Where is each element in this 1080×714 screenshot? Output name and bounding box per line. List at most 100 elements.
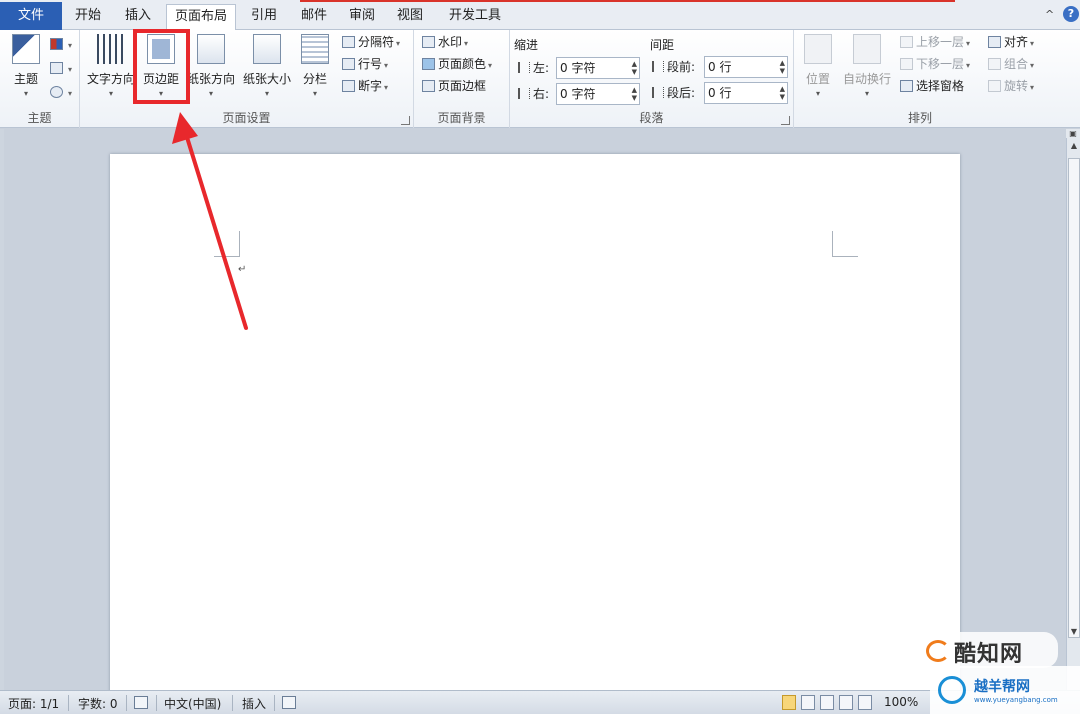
spinner-arrows-icon[interactable]: ▲ ▼ — [780, 59, 785, 75]
spacing-before-text: 段前: — [667, 60, 696, 74]
orientation-label: 纸张方向 — [186, 72, 235, 86]
page-color-icon — [422, 58, 435, 70]
theme-effects-icon — [50, 86, 63, 98]
send-backward-button[interactable]: 下移一层 ▾ — [900, 54, 970, 74]
status-divider — [274, 695, 275, 711]
title-accent-line — [300, 0, 955, 2]
page-color-button[interactable]: 页面颜色 ▾ — [422, 54, 492, 74]
tab-6[interactable]: 审阅 — [338, 4, 386, 30]
spacing-after-text: 段后: — [667, 86, 696, 100]
watermark-logo-top: 酷知网 — [918, 632, 1058, 668]
theme-effects-button[interactable]: ▾ — [50, 82, 72, 102]
status-language[interactable]: 中文(中国) — [164, 695, 221, 712]
spinner-arrows-icon[interactable]: ▲ ▼ — [632, 60, 637, 76]
indent-left-input[interactable]: 0 字符 ▲ ▼ — [556, 57, 640, 79]
status-page[interactable]: 页面: 1/1 — [8, 695, 59, 712]
indent-heading: 缩进 — [514, 38, 539, 52]
tab-5[interactable]: 邮件 — [290, 4, 338, 30]
text-direction-button[interactable]: 文字方向 ▾ — [86, 34, 136, 98]
spacing-before-input[interactable]: 0 行 ▲ ▼ — [704, 56, 788, 78]
chevron-down-icon: ▾ — [23, 89, 28, 98]
tab-4[interactable]: 引用 — [240, 4, 288, 30]
draft-view-icon[interactable] — [858, 695, 872, 710]
group-objects-button[interactable]: 组合 ▾ — [988, 54, 1034, 74]
paragraph-launcher-icon[interactable] — [781, 116, 790, 125]
tab-2[interactable]: 插入 — [114, 4, 162, 30]
watermark-url: www.yueyangbang.com — [974, 696, 1058, 704]
position-button[interactable]: 位置 ▾ — [800, 34, 836, 98]
scroll-thumb[interactable] — [1068, 158, 1080, 638]
position-icon — [804, 34, 832, 64]
chevron-down-icon: ▾ — [208, 89, 213, 98]
indent-right-input[interactable]: 0 字符 ▲ ▼ — [556, 83, 640, 105]
theme-fonts-icon — [50, 62, 63, 74]
spinner-arrows-icon[interactable]: ▲ ▼ — [780, 85, 785, 101]
theme-button-label: 主题 — [13, 72, 38, 86]
status-word-count[interactable]: 字数: 0 — [78, 695, 118, 712]
margins-highlight-box — [133, 29, 190, 104]
print-layout-view-icon[interactable] — [782, 695, 796, 710]
position-label: 位置 — [805, 72, 830, 86]
tab-3[interactable]: 页面布局 — [166, 4, 236, 31]
tab-8[interactable]: 开发工具 — [438, 4, 512, 30]
selection-pane-button[interactable]: 选择窗格 — [900, 76, 964, 96]
page-color-label: 页面颜色 — [438, 57, 487, 71]
orientation-button[interactable]: 纸张方向 ▾ — [184, 34, 238, 98]
watermark-icon — [422, 36, 435, 48]
watermark-logo-icon — [926, 640, 950, 662]
zoom-level[interactable]: 100% — [884, 695, 918, 709]
align-button[interactable]: 对齐 ▾ — [988, 32, 1034, 52]
columns-button[interactable]: 分栏 ▾ — [298, 34, 332, 98]
web-layout-icon[interactable] — [820, 695, 834, 710]
page-borders-icon — [422, 80, 435, 92]
status-divider — [156, 695, 157, 711]
chevron-down-icon: ▾ — [264, 89, 269, 98]
theme-colors-button[interactable]: ▾ — [50, 34, 72, 54]
tab-1[interactable]: 开始 — [64, 4, 112, 30]
full-screen-reading-icon[interactable] — [801, 695, 815, 710]
watermark-button[interactable]: 水印 ▾ — [422, 32, 468, 52]
proofing-icon[interactable] — [134, 696, 148, 709]
page-borders-button[interactable]: 页面边框 — [422, 76, 486, 96]
line-numbers-button[interactable]: 行号 ▾ — [342, 54, 388, 74]
group-objects-label: 组合 — [1004, 57, 1029, 71]
theme-button[interactable]: 主题 ▾ — [6, 34, 46, 98]
breaks-button[interactable]: 分隔符 ▾ — [342, 32, 400, 52]
rotate-button[interactable]: 旋转 ▾ — [988, 76, 1034, 96]
theme-fonts-button[interactable]: ▾ — [50, 58, 72, 78]
chevron-down-icon: ▾ — [488, 61, 493, 70]
theme-colors-icon — [50, 38, 63, 50]
chevron-down-icon: ▾ — [815, 89, 820, 98]
help-icon[interactable]: ? — [1063, 6, 1079, 22]
paper-size-button[interactable]: 纸张大小 ▾ — [240, 34, 294, 98]
selection-pane-icon — [900, 80, 913, 92]
text-direction-icon — [97, 34, 125, 64]
bring-forward-button[interactable]: 上移一层 ▾ — [900, 32, 970, 52]
chevron-down-icon: ▾ — [108, 89, 113, 98]
wrap-text-button[interactable]: 自动换行 ▾ — [840, 34, 894, 98]
spacing-before-value: 0 行 — [708, 60, 732, 74]
watermark-text-top: 酷知网 — [954, 642, 1024, 667]
chevron-down-icon: ▾ — [384, 61, 389, 70]
indent-right-icon — [518, 88, 530, 99]
scroll-up-icon[interactable]: ▲ — [1068, 140, 1080, 152]
text-direction-label: 文字方向 — [86, 72, 135, 86]
align-label: 对齐 — [1004, 35, 1029, 49]
vertical-scrollbar[interactable]: ▲ ▼ — [1066, 138, 1080, 690]
spinner-arrows-icon[interactable]: ▲ ▼ — [632, 86, 637, 102]
tab-0[interactable]: 文件 — [0, 2, 62, 30]
page-setup-launcher-icon[interactable] — [401, 116, 410, 125]
annotation-arrow-icon — [172, 112, 248, 330]
minimize-ribbon-icon[interactable]: ^ — [1045, 8, 1054, 21]
chevron-down-icon: ▾ — [864, 89, 869, 98]
outline-view-icon[interactable] — [839, 695, 853, 710]
status-insert-mode[interactable]: 插入 — [242, 695, 266, 712]
columns-icon — [301, 34, 329, 64]
align-icon — [988, 36, 1001, 48]
spacing-after-input[interactable]: 0 行 ▲ ▼ — [704, 82, 788, 104]
tab-7[interactable]: 视图 — [386, 4, 434, 30]
macro-record-icon[interactable] — [282, 696, 296, 709]
hyphenation-button[interactable]: 断字 ▾ — [342, 76, 388, 96]
chevron-down-icon: ▾ — [312, 89, 317, 98]
scroll-down-icon[interactable]: ▼ — [1068, 626, 1080, 638]
